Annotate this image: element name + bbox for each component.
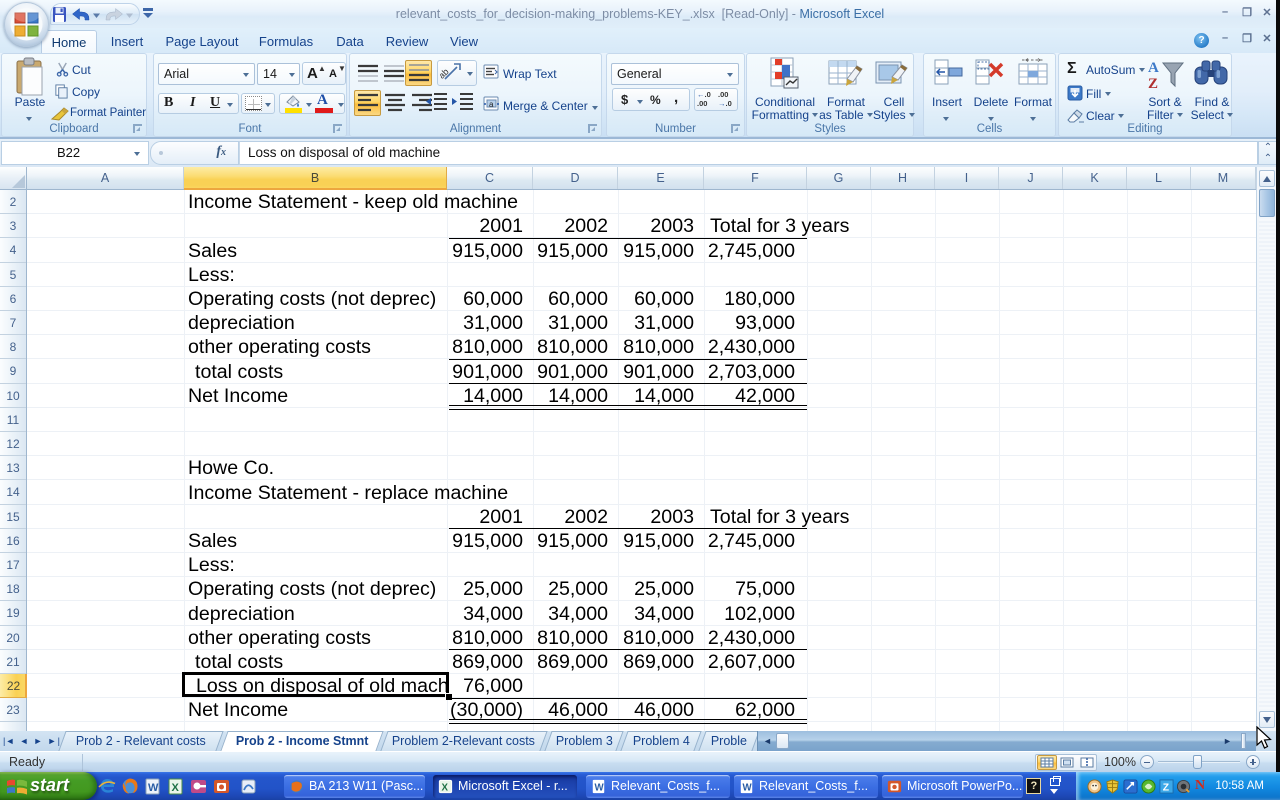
svg-text:X: X (172, 782, 180, 794)
svg-text:a: a (489, 100, 494, 109)
svg-text:W: W (148, 782, 159, 794)
svg-text:Z: Z (1163, 783, 1169, 794)
svg-text:A: A (1148, 60, 1159, 76)
svg-text:W: W (743, 782, 753, 793)
svg-text:Z: Z (1148, 76, 1158, 91)
svg-text:ab: ab (440, 67, 451, 81)
svg-text:X: X (442, 782, 449, 793)
svg-text:W: W (595, 782, 605, 793)
